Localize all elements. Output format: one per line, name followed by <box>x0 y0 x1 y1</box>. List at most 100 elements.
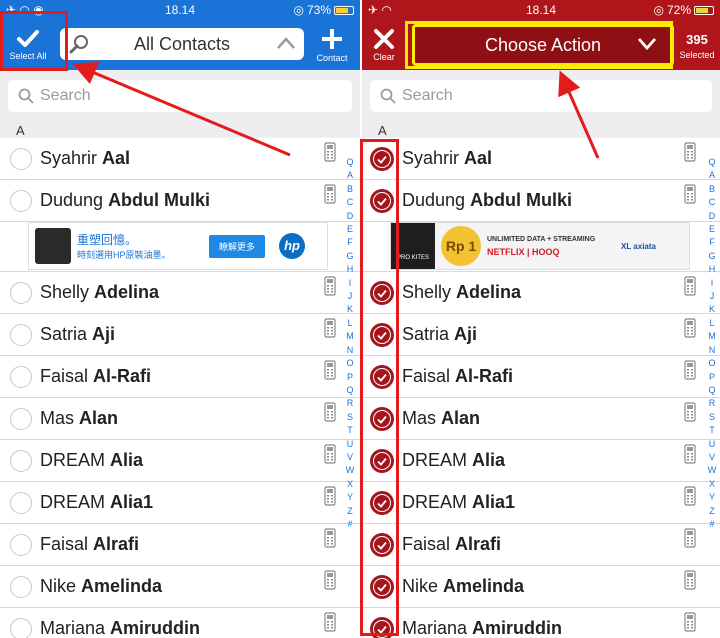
contact-row[interactable]: Shelly Adelina <box>0 272 360 314</box>
index-letter[interactable]: O <box>344 357 356 370</box>
index-letter[interactable]: B <box>344 183 356 196</box>
index-letter[interactable]: Y <box>706 491 718 504</box>
index-letter[interactable]: Y <box>344 491 356 504</box>
contact-row[interactable]: Faisal Alrafi <box>362 524 720 566</box>
index-letter[interactable]: Q <box>706 384 718 397</box>
index-letter[interactable]: A <box>706 169 718 182</box>
unchecked-circle-icon[interactable] <box>10 190 32 212</box>
index-letter[interactable]: J <box>706 290 718 303</box>
search-input[interactable] <box>402 87 652 105</box>
contact-row[interactable]: Faisal Al-Rafi <box>362 356 720 398</box>
index-letter[interactable]: N <box>344 344 356 357</box>
ad-banner[interactable]: PRO KITES Rp 1 UNLIMITED DATA + STREAMING N… <box>390 222 690 270</box>
unchecked-circle-icon[interactable] <box>10 148 32 170</box>
index-letter[interactable]: # <box>344 518 356 531</box>
ad-cta-button[interactable]: 瞭解更多 <box>209 234 266 258</box>
contact-row[interactable]: DREAM Alia1 <box>362 482 720 524</box>
index-letter[interactable]: # <box>706 518 718 531</box>
index-letter[interactable]: L <box>706 317 718 330</box>
contact-row[interactable]: Faisal Alrafi <box>0 524 360 566</box>
unchecked-circle-icon[interactable] <box>10 618 32 638</box>
alphabet-index[interactable]: Q A B C D E F G H I J K L M N O P Q R S T U V W X Y Z # <box>344 156 356 531</box>
unchecked-circle-icon[interactable] <box>10 282 32 304</box>
unchecked-circle-icon[interactable] <box>10 366 32 388</box>
index-letter[interactable]: I <box>706 277 718 290</box>
contact-row[interactable]: DREAM Alia <box>362 440 720 482</box>
unchecked-circle-icon[interactable] <box>10 534 32 556</box>
contact-row[interactable]: Syahrir Aal <box>362 138 720 180</box>
index-letter[interactable]: Q <box>706 156 718 169</box>
contact-row[interactable]: Satria Aji <box>362 314 720 356</box>
index-letter[interactable]: R <box>706 397 718 410</box>
index-letter[interactable]: S <box>344 411 356 424</box>
index-letter[interactable]: D <box>344 210 356 223</box>
search-bar[interactable] <box>370 80 712 112</box>
contact-row[interactable]: DREAM Alia1 <box>0 482 360 524</box>
contact-row[interactable]: Mas Alan <box>0 398 360 440</box>
index-letter[interactable]: W <box>344 464 356 477</box>
index-letter[interactable]: E <box>344 223 356 236</box>
index-letter[interactable]: F <box>344 236 356 249</box>
contact-row[interactable]: DREAM Alia <box>0 440 360 482</box>
index-letter[interactable]: E <box>706 223 718 236</box>
index-letter[interactable]: M <box>706 330 718 343</box>
index-letter[interactable]: Q <box>344 156 356 169</box>
contact-row[interactable]: Mariana Amiruddin <box>362 608 720 638</box>
index-letter[interactable]: D <box>706 210 718 223</box>
index-letter[interactable]: L <box>344 317 356 330</box>
index-letter[interactable]: W <box>706 464 718 477</box>
contact-row[interactable]: Nike Amelinda <box>0 566 360 608</box>
index-letter[interactable]: Q <box>344 384 356 397</box>
index-letter[interactable]: H <box>344 263 356 276</box>
index-letter[interactable]: Z <box>706 505 718 518</box>
index-letter[interactable]: B <box>706 183 718 196</box>
contact-row[interactable]: Shelly Adelina <box>362 272 720 314</box>
contacts-group-dropdown[interactable]: All Contacts <box>60 28 304 60</box>
index-letter[interactable]: P <box>706 371 718 384</box>
unchecked-circle-icon[interactable] <box>10 492 32 514</box>
index-letter[interactable]: N <box>706 344 718 357</box>
index-letter[interactable]: R <box>344 397 356 410</box>
contact-row[interactable]: Dudung Abdul Mulki <box>0 180 360 222</box>
contact-row[interactable]: Satria Aji <box>0 314 360 356</box>
index-letter[interactable]: K <box>706 303 718 316</box>
unchecked-circle-icon[interactable] <box>10 576 32 598</box>
clear-button[interactable]: Clear <box>362 20 410 70</box>
contact-row[interactable]: Mas Alan <box>362 398 720 440</box>
index-letter[interactable]: G <box>706 250 718 263</box>
index-letter[interactable]: X <box>344 478 356 491</box>
index-letter[interactable]: T <box>344 424 356 437</box>
index-letter[interactable]: C <box>344 196 356 209</box>
search-bar[interactable] <box>8 80 352 112</box>
index-letter[interactable]: H <box>706 263 718 276</box>
index-letter[interactable]: P <box>344 371 356 384</box>
index-letter[interactable]: U <box>706 438 718 451</box>
add-contact-button[interactable]: Contact <box>304 20 360 70</box>
unchecked-circle-icon[interactable] <box>10 450 32 472</box>
index-letter[interactable]: F <box>706 236 718 249</box>
index-letter[interactable]: S <box>706 411 718 424</box>
unchecked-circle-icon[interactable] <box>10 324 32 346</box>
contact-row[interactable]: Mariana Amiruddin <box>0 608 360 638</box>
contact-row[interactable]: Dudung Abdul Mulki <box>362 180 720 222</box>
search-input[interactable] <box>40 87 290 105</box>
contact-row[interactable]: Nike Amelinda <box>362 566 720 608</box>
index-letter[interactable]: T <box>706 424 718 437</box>
index-letter[interactable]: U <box>344 438 356 451</box>
index-letter[interactable]: C <box>706 196 718 209</box>
index-letter[interactable]: Z <box>344 505 356 518</box>
index-letter[interactable]: M <box>344 330 356 343</box>
index-letter[interactable]: V <box>344 451 356 464</box>
index-letter[interactable]: V <box>706 451 718 464</box>
index-letter[interactable]: J <box>344 290 356 303</box>
index-letter[interactable]: K <box>344 303 356 316</box>
ad-banner[interactable]: 重塑回憶。 時刻選用HP原裝油墨。 瞭解更多 hp <box>28 222 328 270</box>
index-letter[interactable]: X <box>706 478 718 491</box>
index-letter[interactable]: I <box>344 277 356 290</box>
alphabet-index[interactable]: Q A B C D E F G H I J K L M N O P Q R S T U V W X Y Z # <box>706 156 718 531</box>
index-letter[interactable]: O <box>706 357 718 370</box>
contact-row[interactable]: Faisal Al-Rafi <box>0 356 360 398</box>
index-letter[interactable]: A <box>344 169 356 182</box>
unchecked-circle-icon[interactable] <box>10 408 32 430</box>
contact-row[interactable]: Syahrir Aal <box>0 138 360 180</box>
